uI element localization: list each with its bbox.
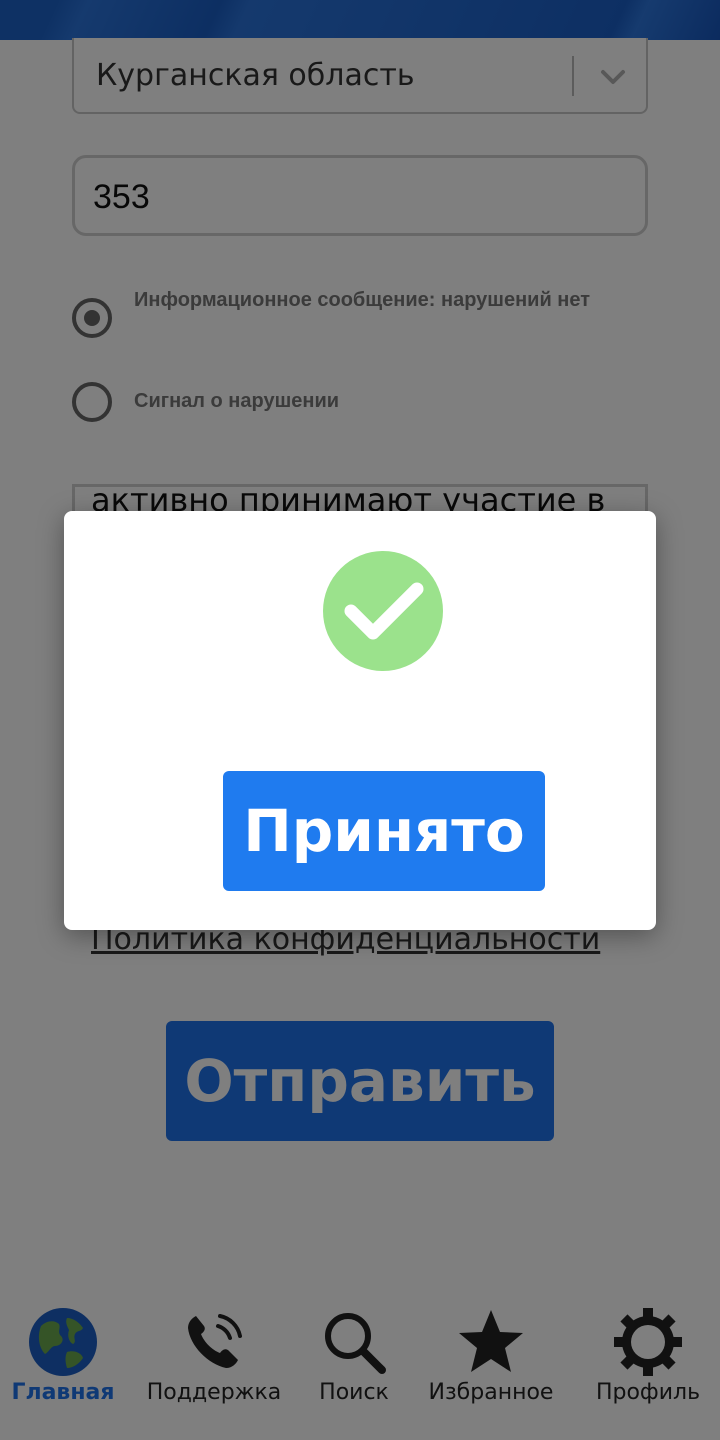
success-dialog: Принято: [64, 511, 656, 930]
check-circle-icon: [323, 551, 443, 671]
accept-button[interactable]: Принято: [223, 771, 545, 891]
